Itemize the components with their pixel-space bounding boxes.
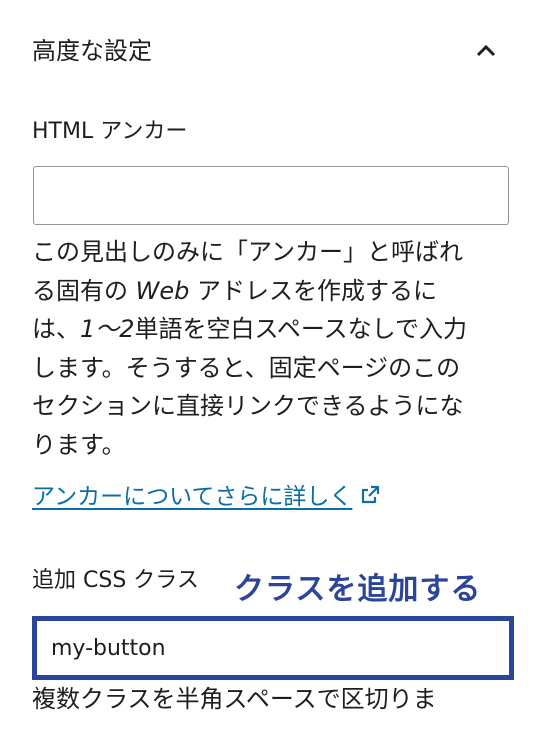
help-text: は、 xyxy=(32,315,80,343)
learn-more-anchor-link[interactable]: アンカーについてさらに詳しく xyxy=(32,482,382,512)
help-line: ります。 xyxy=(32,430,126,459)
advanced-settings-toggle[interactable]: 高度な設定 xyxy=(0,20,540,80)
advanced-settings-panel: 高度な設定 HTML アンカー この見出しのみに「アンカー」と呼ばれ る固有の … xyxy=(0,0,540,756)
help-line: る固有の Web アドレスを作成するに xyxy=(32,272,512,311)
help-text: る固有の xyxy=(32,276,136,305)
html-anchor-help: この見出しのみに「アンカー」と呼ばれ る固有の Web アドレスを作成するに は… xyxy=(32,233,512,464)
help-text: 単語を空白スペースなしで入力 xyxy=(134,315,467,343)
external-link-icon xyxy=(362,485,380,504)
annotation-callout: クラスを追加する xyxy=(234,572,482,607)
help-text: アドレスを作成するに xyxy=(189,276,438,305)
css-class-help: 複数クラスを半角スペースで区切りま xyxy=(32,685,437,713)
html-anchor-input[interactable] xyxy=(33,166,509,225)
help-text-em: 1〜2 xyxy=(80,315,135,343)
help-text-em: Web xyxy=(135,276,190,305)
section-title: 高度な設定 xyxy=(32,37,152,65)
html-anchor-label: HTML アンカー xyxy=(32,119,188,144)
help-line: セクションに直接リンクできるようにな xyxy=(32,392,464,420)
help-line: します。そうすると、固定ページのこの xyxy=(32,353,461,382)
chevron-up-icon[interactable] xyxy=(470,35,502,67)
additional-css-class-label: 追加 CSS クラス xyxy=(32,568,199,593)
help-line: この見出しのみに「アンカー」と呼ばれ xyxy=(32,238,464,266)
css-class-input[interactable] xyxy=(37,621,509,675)
help-line: は、1〜2単語を空白スペースなしで入力 xyxy=(32,310,512,349)
css-class-highlight-frame xyxy=(32,616,514,680)
learn-more-link-text: アンカーについてさらに詳しく xyxy=(32,484,353,510)
